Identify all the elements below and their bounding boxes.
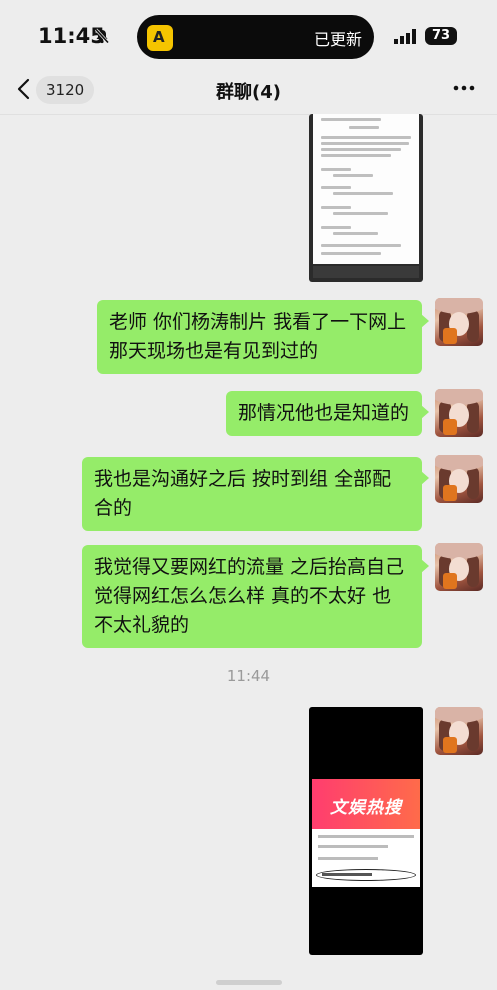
avatar[interactable] xyxy=(435,543,483,591)
message-timestamp: 11:44 xyxy=(226,667,271,685)
bell-muted-icon xyxy=(94,28,110,44)
avatar[interactable] xyxy=(435,455,483,503)
screenshot-input-bar xyxy=(313,266,419,278)
image-message-hot-search[interactable]: 文娱热搜 xyxy=(309,707,423,955)
avatar[interactable] xyxy=(435,389,483,437)
chat-nav-bar: 3120 群聊(4) xyxy=(0,70,497,115)
avatar[interactable] xyxy=(435,707,483,755)
text-message-bubble[interactable]: 我也是沟通好之后 按时到组 全部配合的 xyxy=(82,457,429,531)
banner-title: 文娱热搜 xyxy=(330,798,402,818)
hot-search-banner: 文娱热搜 xyxy=(312,779,420,829)
island-update-text: 已更新 xyxy=(313,30,362,49)
battery-indicator: 73 xyxy=(425,27,457,45)
dynamic-island[interactable]: A 已更新 xyxy=(137,15,374,59)
text-message-bubble[interactable]: 那情况他也是知道的 xyxy=(226,391,429,436)
image-message-comments[interactable] xyxy=(309,114,423,282)
screenshot-page: 文娱热搜 xyxy=(312,779,420,887)
screenshot-page xyxy=(313,114,419,264)
signal-icon xyxy=(394,29,416,44)
text-message-bubble[interactable]: 老师 你们杨涛制片 我看了一下网上那天现场也是有见到过的 xyxy=(97,300,429,374)
more-options-icon[interactable] xyxy=(452,80,476,96)
status-bar: 11:45 A 已更新 73 xyxy=(0,0,497,70)
avatar[interactable] xyxy=(435,298,483,346)
chat-title: 群聊(4) xyxy=(216,82,281,103)
app-icon: A xyxy=(147,25,173,51)
text-message-bubble[interactable]: 我觉得又要网红的流量 之后抬高自己 觉得网红怎么怎么样 真的不太好 也不太礼貌的 xyxy=(82,545,429,648)
home-indicator[interactable] xyxy=(216,980,282,985)
